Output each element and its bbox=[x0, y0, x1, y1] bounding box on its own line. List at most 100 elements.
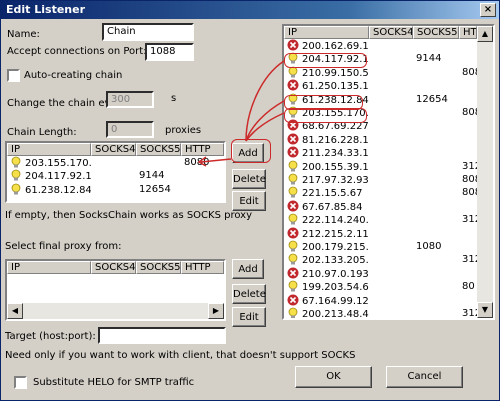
final-edit-button[interactable]: Edit bbox=[232, 307, 266, 327]
error-x-icon bbox=[287, 294, 299, 306]
proxy-col-header-ip[interactable]: IP bbox=[284, 26, 369, 39]
list-row[interactable]: 199.203.54.66 80 bbox=[284, 280, 477, 294]
proxy-col-header-socks4[interactable]: SOCKS4 bbox=[369, 26, 413, 39]
list-row[interactable]: 61.238.12.84 12654 bbox=[7, 183, 224, 197]
helo-checkbox[interactable] bbox=[14, 376, 27, 389]
ip-text: 199.203.54.66 bbox=[302, 282, 369, 294]
proxy-list-header: IP SOCKS4 SOCKS5 HTT bbox=[284, 26, 477, 39]
auto-chain-checkbox[interactable] bbox=[7, 69, 20, 82]
cell-socks4 bbox=[369, 119, 413, 133]
list-row[interactable]: 202.133.205.3 312 bbox=[284, 253, 477, 267]
list-row[interactable]: 200.162.69.101 bbox=[284, 39, 477, 53]
chain-length-field[interactable]: 0 bbox=[106, 121, 154, 138]
col-header-socks4[interactable]: SOCKS4 bbox=[91, 143, 136, 156]
ip-text: 200.162.69.101 bbox=[302, 41, 369, 52]
cell-http bbox=[459, 39, 477, 53]
chain-delete-button[interactable]: Delete bbox=[232, 169, 266, 189]
list-row[interactable]: 67.164.99.127 bbox=[284, 294, 477, 308]
ip-text: 210.97.0.193 bbox=[302, 268, 369, 280]
ip-text: 204.117.92.110 bbox=[25, 171, 91, 183]
cell-http bbox=[181, 183, 224, 197]
list-row[interactable]: 61.250.135.15 bbox=[284, 79, 477, 93]
cell-socks4 bbox=[369, 52, 413, 66]
cell-socks4 bbox=[369, 79, 413, 93]
name-field[interactable]: Chain bbox=[102, 23, 194, 41]
proxy-col-header-socks5[interactable]: SOCKS5 bbox=[413, 26, 459, 39]
cell-ip: 202.133.205.3 bbox=[284, 253, 369, 267]
cell-http: 80 bbox=[462, 281, 475, 293]
cell-socks5 bbox=[413, 280, 459, 294]
cell-socks4 bbox=[369, 227, 413, 241]
list-row[interactable]: 221.15.5.67 808 bbox=[284, 186, 477, 200]
cell-socks5 bbox=[413, 160, 459, 174]
lightbulb-icon bbox=[288, 186, 298, 198]
ip-text: 61.238.12.84 bbox=[25, 184, 91, 196]
cell-http: 312 bbox=[462, 254, 477, 266]
final-add-button[interactable]: Add bbox=[232, 259, 264, 279]
list-row[interactable]: 212.215.2.115 bbox=[284, 227, 477, 241]
scroll-down-icon[interactable]: ▼ bbox=[477, 302, 493, 318]
final-col-header-socks5[interactable]: SOCKS5 bbox=[136, 261, 181, 274]
col-header-ip[interactable]: IP bbox=[7, 143, 91, 156]
chain-edit-button[interactable]: Edit bbox=[232, 191, 266, 211]
lightbulb-icon bbox=[11, 169, 21, 181]
list-row[interactable]: 67.67.85.84 bbox=[284, 200, 477, 214]
cell-http bbox=[459, 119, 477, 133]
target-field[interactable] bbox=[98, 327, 226, 344]
cell-http bbox=[459, 146, 477, 160]
cell-http bbox=[459, 79, 477, 93]
final-proxy-list[interactable]: IP SOCKS4 SOCKS5 HTTP ◀ ▶ bbox=[5, 259, 226, 321]
cell-http bbox=[459, 133, 477, 147]
ok-button[interactable]: OK bbox=[295, 366, 372, 388]
cell-http bbox=[459, 294, 477, 308]
final-col-header-http[interactable]: HTTP bbox=[181, 261, 224, 274]
change-chain-field[interactable]: 300 bbox=[106, 91, 154, 108]
final-col-header-socks4[interactable]: SOCKS4 bbox=[91, 261, 136, 274]
final-delete-button[interactable]: Delete bbox=[232, 284, 266, 304]
lightbulb-icon bbox=[288, 173, 298, 185]
list-row[interactable]: 200.213.48.41 312 bbox=[284, 307, 477, 318]
list-row[interactable]: 211.234.33.102 bbox=[284, 146, 477, 160]
cell-socks4 bbox=[369, 267, 413, 281]
chain-note: If empty, then SocksChain works as SOCKS… bbox=[5, 210, 252, 221]
cell-ip: 67.164.99.127 bbox=[284, 294, 369, 308]
name-label: Name: bbox=[7, 29, 40, 40]
cell-ip: 203.155.170.34 bbox=[7, 156, 91, 170]
cell-ip: 210.97.0.193 bbox=[284, 267, 369, 281]
proxy-list-vscrollbar[interactable]: ▲ ▼ bbox=[477, 26, 493, 318]
cell-socks5: 12654 bbox=[416, 93, 448, 105]
ip-text: 217.97.32.93 bbox=[302, 175, 369, 186]
cell-socks5 bbox=[413, 294, 459, 308]
cell-socks4 bbox=[369, 66, 413, 80]
proxy-list[interactable]: IP SOCKS4 SOCKS5 HTT ▲ ▼ 200.162.69.101 2… bbox=[282, 24, 495, 320]
list-row[interactable]: 200.179.215.53 1080 bbox=[284, 240, 477, 254]
ip-text: 211.234.33.102 bbox=[302, 148, 369, 160]
scroll-up-icon[interactable]: ▲ bbox=[477, 26, 493, 42]
port-field[interactable]: 1088 bbox=[145, 43, 194, 61]
auto-chain-label: Auto-creating chain bbox=[24, 70, 123, 81]
annotation-arrows bbox=[197, 60, 285, 167]
cell-ip: 212.215.2.115 bbox=[284, 227, 369, 241]
list-row[interactable]: 217.97.32.93 808 bbox=[284, 173, 477, 187]
proxy-col-header-http[interactable]: HTT bbox=[459, 26, 477, 39]
final-col-header-ip[interactable]: IP bbox=[7, 261, 91, 274]
list-row[interactable]: 210.97.0.193 bbox=[284, 267, 477, 281]
list-row[interactable]: 81.216.228.172 bbox=[284, 133, 477, 147]
scroll-right-icon[interactable]: ▶ bbox=[208, 303, 224, 319]
final-list-hscrollbar[interactable]: ◀ ▶ bbox=[7, 303, 224, 319]
cancel-button[interactable]: Cancel bbox=[386, 366, 463, 388]
col-header-socks5[interactable]: SOCKS5 bbox=[136, 143, 181, 156]
cell-http: 808 bbox=[462, 187, 477, 199]
list-row[interactable]: 204.117.92.110 9144 bbox=[7, 169, 224, 183]
close-button[interactable]: × bbox=[480, 3, 496, 17]
scroll-left-icon[interactable]: ◀ bbox=[7, 303, 23, 319]
cell-socks4 bbox=[369, 213, 413, 227]
cell-socks4 bbox=[369, 307, 413, 318]
cell-ip: 222.114.240.173 bbox=[284, 213, 369, 227]
list-row[interactable]: 200.155.39.14 312 bbox=[284, 160, 477, 174]
list-row[interactable]: 222.114.240.173 312 bbox=[284, 213, 477, 227]
cell-ip: 199.203.54.66 bbox=[284, 280, 369, 294]
cell-socks5: 1080 bbox=[416, 241, 442, 252]
target-label: Target (host:port): bbox=[5, 331, 96, 342]
cell-http: 808 bbox=[462, 174, 477, 185]
